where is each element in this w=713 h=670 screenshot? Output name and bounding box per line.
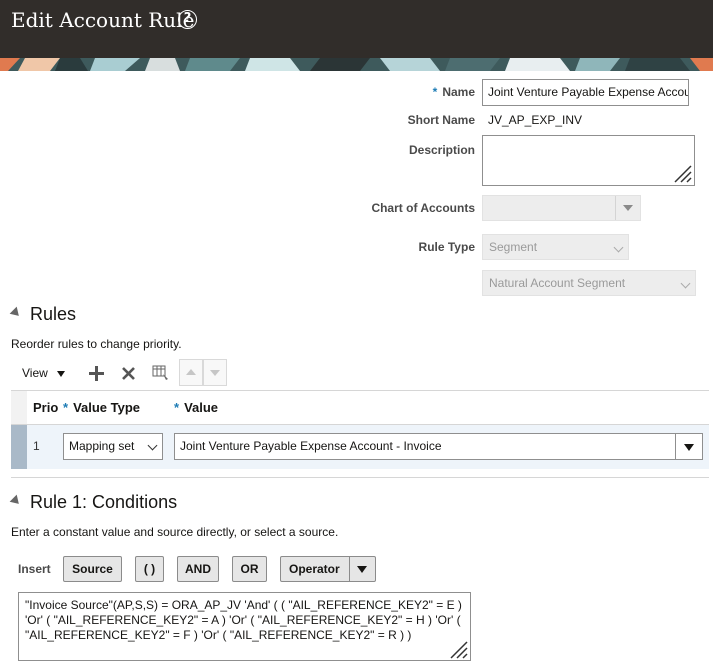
arrow-down-icon [210, 370, 220, 376]
value-type-select[interactable]: Mapping set [63, 433, 163, 460]
collapse-rules-icon[interactable] [9, 306, 23, 320]
source-button[interactable]: Source [63, 556, 122, 582]
arrow-up-icon [186, 369, 196, 375]
conditions-section-title: Rule 1: Conditions [30, 492, 178, 512]
column-header-value-type[interactable]: * Value Type [63, 400, 140, 415]
chevron-down-icon [147, 440, 158, 451]
description-label: Description [408, 143, 475, 157]
rule-type-label: Rule Type [418, 240, 475, 254]
expression-line: "Invoice Source"(AP,S,S) = ORA_AP_JV 'An… [25, 598, 462, 612]
chart-of-accounts-select[interactable] [482, 195, 641, 221]
short-name-value: JV_AP_EXP_INV [488, 113, 583, 127]
operator-menu-button[interactable]: Operator [280, 556, 376, 582]
move-down-button[interactable] [203, 359, 227, 386]
view-dropdown-icon [57, 370, 66, 377]
rules-hint: Reorder rules to change priority. [11, 337, 182, 351]
row-header-column [11, 391, 27, 424]
collapse-conditions-icon[interactable] [9, 494, 23, 508]
rules-section-title: Rules [30, 304, 77, 324]
segment-select[interactable]: Natural Account Segment [482, 270, 696, 296]
insert-label: Insert [18, 562, 51, 576]
chevron-down-icon [680, 278, 691, 289]
table-top-border [11, 390, 709, 391]
table-bottom-border [11, 477, 709, 478]
table-row[interactable]: 1 Mapping set Joint Venture Payable Expe… [11, 425, 709, 469]
dropdown-arrow-icon [357, 566, 367, 573]
column-header-value[interactable]: * Value [174, 400, 218, 415]
resize-grip-icon[interactable] [448, 639, 468, 659]
dropdown-arrow-icon[interactable] [684, 444, 694, 451]
short-name-label: Short Name [407, 113, 475, 127]
row-selector[interactable] [11, 425, 27, 469]
description-textarea[interactable] [482, 135, 695, 186]
chevron-down-icon [613, 242, 624, 253]
freeze-columns-icon[interactable] [152, 364, 170, 382]
column-header-priority[interactable]: Prio [33, 400, 58, 415]
chart-of-accounts-label: Chart of Accounts [371, 201, 475, 215]
help-icon[interactable]: ? [178, 10, 197, 29]
delete-icon[interactable] [121, 366, 136, 381]
conditions-hint: Enter a constant value and source direct… [11, 525, 339, 539]
name-input[interactable]: Joint Venture Payable Expense Account - … [482, 79, 689, 106]
expression-line: "AIL_REFERENCE_KEY2" = F ) 'Or' ( "AIL_R… [25, 628, 412, 642]
page-header: Edit Account Rule ? [0, 0, 713, 58]
value-combobox[interactable]: Joint Venture Payable Expense Account - … [174, 433, 703, 460]
combobox-divider [675, 434, 676, 459]
and-button[interactable]: AND [177, 556, 219, 582]
decorative-banner [0, 58, 713, 71]
expression-line: 'Or' ( "AIL_REFERENCE_KEY2" = A ) 'Or' (… [25, 613, 461, 627]
view-menu[interactable]: View [22, 366, 66, 380]
operator-divider [349, 557, 350, 581]
dropdown-arrow-icon [623, 205, 633, 211]
row-priority: 1 [33, 439, 40, 453]
dropdown-divider [615, 196, 616, 220]
move-up-button[interactable] [179, 359, 203, 386]
page-title: Edit Account Rule [11, 8, 195, 32]
name-label: * Name [432, 85, 475, 99]
condition-expression-textarea[interactable]: "Invoice Source"(AP,S,S) = ORA_AP_JV 'An… [18, 592, 471, 661]
parentheses-button[interactable]: ( ) [135, 556, 164, 582]
rule-type-select[interactable]: Segment [482, 234, 629, 260]
resize-grip-icon[interactable] [672, 163, 692, 183]
or-button[interactable]: OR [232, 556, 267, 582]
add-icon[interactable] [89, 366, 104, 381]
